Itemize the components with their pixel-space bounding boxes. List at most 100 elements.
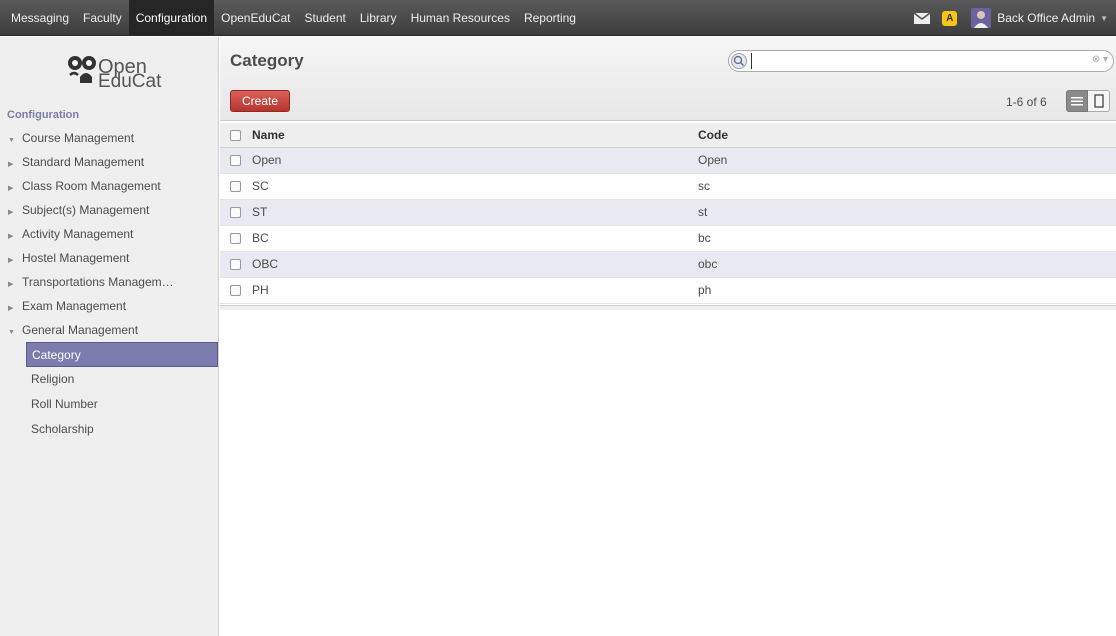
row-checkbox[interactable] <box>230 207 241 219</box>
top-menu: Messaging Faculty Configuration OpenEduC… <box>0 0 583 36</box>
sidebar-item-hostel-management[interactable]: ▶ Hostel Management <box>0 246 218 270</box>
caret-right-icon: ▶ <box>8 185 14 192</box>
row-check-cell <box>220 147 252 174</box>
cell-name: SC <box>252 173 698 200</box>
row-checkbox[interactable] <box>230 233 241 245</box>
search-options-icon[interactable]: ⊗ ▾ <box>1092 54 1108 65</box>
avatar[interactable] <box>971 8 992 28</box>
pager-value[interactable]: 1-6 of 6 <box>1006 95 1047 109</box>
list-view-icon[interactable] <box>1066 90 1088 112</box>
sidebar-item-exam-management[interactable]: ▶ Exam Management <box>0 294 218 318</box>
select-all-checkbox[interactable] <box>230 130 241 142</box>
cell-name: Open <box>252 147 698 174</box>
caret-right-icon: ▶ <box>8 233 14 240</box>
sidebar-subitem-religion[interactable]: Religion <box>0 367 218 392</box>
search-icon[interactable] <box>731 53 747 69</box>
page-title: Category <box>230 51 304 70</box>
sidebar-item-label: Class Room Management <box>22 179 161 193</box>
sidebar-item-label: Standard Management <box>22 155 145 169</box>
menu-reporting[interactable]: Reporting <box>517 0 583 36</box>
caret-right-icon: ▶ <box>8 209 14 216</box>
row-checkbox[interactable] <box>230 285 241 297</box>
sidebar-item-label: General Management <box>22 323 139 337</box>
table-row[interactable]: ST st <box>220 199 1116 226</box>
user-menu-name[interactable]: Back Office Admin <box>997 11 1095 25</box>
cell-name: BC <box>252 225 698 252</box>
table-row[interactable]: PH ph <box>220 277 1116 304</box>
sidebar-item-label: Exam Management <box>22 299 127 313</box>
menu-library[interactable]: Library <box>353 0 404 36</box>
sidebar-menu: ▼ Course Management ▶ Standard Management … <box>0 126 218 442</box>
caret-right-icon: ▶ <box>8 257 14 264</box>
menu-messaging[interactable]: Messaging <box>4 0 76 36</box>
table-row[interactable]: BC bc <box>220 225 1116 252</box>
category-list-table: Name Code Open Open SC sc ST st BC bc OB… <box>220 123 1116 304</box>
sidebar-item-label: Course Management <box>22 131 135 145</box>
sidebar-item-class-room-management[interactable]: ▶ Class Room Management <box>0 174 218 198</box>
row-check-cell <box>220 251 252 278</box>
row-check-cell <box>220 199 252 226</box>
sidebar: Open EduCat Configuration ▼ Course Manage… <box>0 37 219 636</box>
cell-code: sc <box>698 173 1116 200</box>
sidebar-item-transportations-management[interactable]: ▶ Transportations Managem… <box>0 270 218 294</box>
table-header-row: Name Code <box>220 123 1116 148</box>
caret-right-icon: ▶ <box>8 281 14 288</box>
sidebar-item-general-management[interactable]: ▼ General Management <box>0 318 218 342</box>
select-all-cell <box>220 123 252 148</box>
sidebar-item-subjects-management[interactable]: ▶ Subject(s) Management <box>0 198 218 222</box>
logo-text-educat: EduCat <box>98 71 162 92</box>
row-check-cell <box>220 225 252 252</box>
table-row[interactable]: Open Open <box>220 147 1116 174</box>
top-right-area: A Back Office Admin ▼ <box>914 0 1108 36</box>
menu-student[interactable]: Student <box>298 0 353 36</box>
openeducat-logo[interactable]: Open EduCat <box>66 47 176 103</box>
sidebar-item-label: Hostel Management <box>22 251 130 265</box>
caret-down-icon: ▼ <box>8 329 15 336</box>
column-header-code[interactable]: Code <box>698 123 1116 148</box>
caret-right-icon: ▶ <box>8 161 14 168</box>
sidebar-item-label: Subject(s) Management <box>22 203 150 217</box>
cell-name: OBC <box>252 251 698 278</box>
table-row[interactable]: OBC obc <box>220 251 1116 278</box>
mail-icon[interactable] <box>914 12 931 24</box>
chevron-down-icon[interactable]: ▼ <box>1100 14 1108 23</box>
sidebar-subitem-category[interactable]: Category <box>26 342 218 367</box>
menu-faculty[interactable]: Faculty <box>76 0 129 36</box>
row-checkbox[interactable] <box>230 155 241 167</box>
search-box[interactable]: ⊗ ▾ <box>728 50 1114 72</box>
sidebar-subitem-roll-number[interactable]: Roll Number <box>0 392 218 417</box>
table-row[interactable]: SC sc <box>220 173 1116 200</box>
create-button[interactable]: Create <box>230 90 290 112</box>
row-checkbox[interactable] <box>230 181 241 193</box>
sidebar-item-activity-management[interactable]: ▶ Activity Management <box>0 222 218 246</box>
cell-code: obc <box>698 251 1116 278</box>
cell-name: PH <box>252 277 698 304</box>
sidebar-section-title: Configuration <box>7 109 80 121</box>
form-view-icon[interactable] <box>1088 90 1110 112</box>
menu-openeducat[interactable]: OpenEduCat <box>214 0 297 36</box>
top-navbar: Messaging Faculty Configuration OpenEduC… <box>0 0 1116 36</box>
row-check-cell <box>220 173 252 200</box>
row-check-cell <box>220 277 252 304</box>
sidebar-subitem-scholarship[interactable]: Scholarship <box>0 417 218 442</box>
sidebar-item-label: Transportations Managem… <box>22 275 174 289</box>
main-content: Category ⊗ ▾ Create 1-6 of 6 Name Code O… <box>220 37 1116 636</box>
alert-icon[interactable]: A <box>942 10 958 26</box>
sidebar-item-label: Activity Management <box>22 227 134 241</box>
caret-down-icon: ▼ <box>8 137 15 144</box>
table-footer-divider <box>220 305 1116 310</box>
view-switcher <box>1066 90 1111 112</box>
control-panel: Category ⊗ ▾ Create 1-6 of 6 <box>220 37 1116 121</box>
menu-configuration[interactable]: Configuration <box>128 0 215 36</box>
menu-human-resources[interactable]: Human Resources <box>404 0 517 36</box>
cell-code: ph <box>698 277 1116 304</box>
row-checkbox[interactable] <box>230 259 241 271</box>
cell-code: st <box>698 199 1116 226</box>
sidebar-item-course-management[interactable]: ▼ Course Management <box>0 126 218 150</box>
search-input[interactable] <box>751 53 1071 69</box>
cell-code: Open <box>698 147 1116 174</box>
owl-logo-icon <box>68 56 96 83</box>
column-header-name[interactable]: Name <box>252 123 698 148</box>
sidebar-item-standard-management[interactable]: ▶ Standard Management <box>0 150 218 174</box>
cell-code: bc <box>698 225 1116 252</box>
